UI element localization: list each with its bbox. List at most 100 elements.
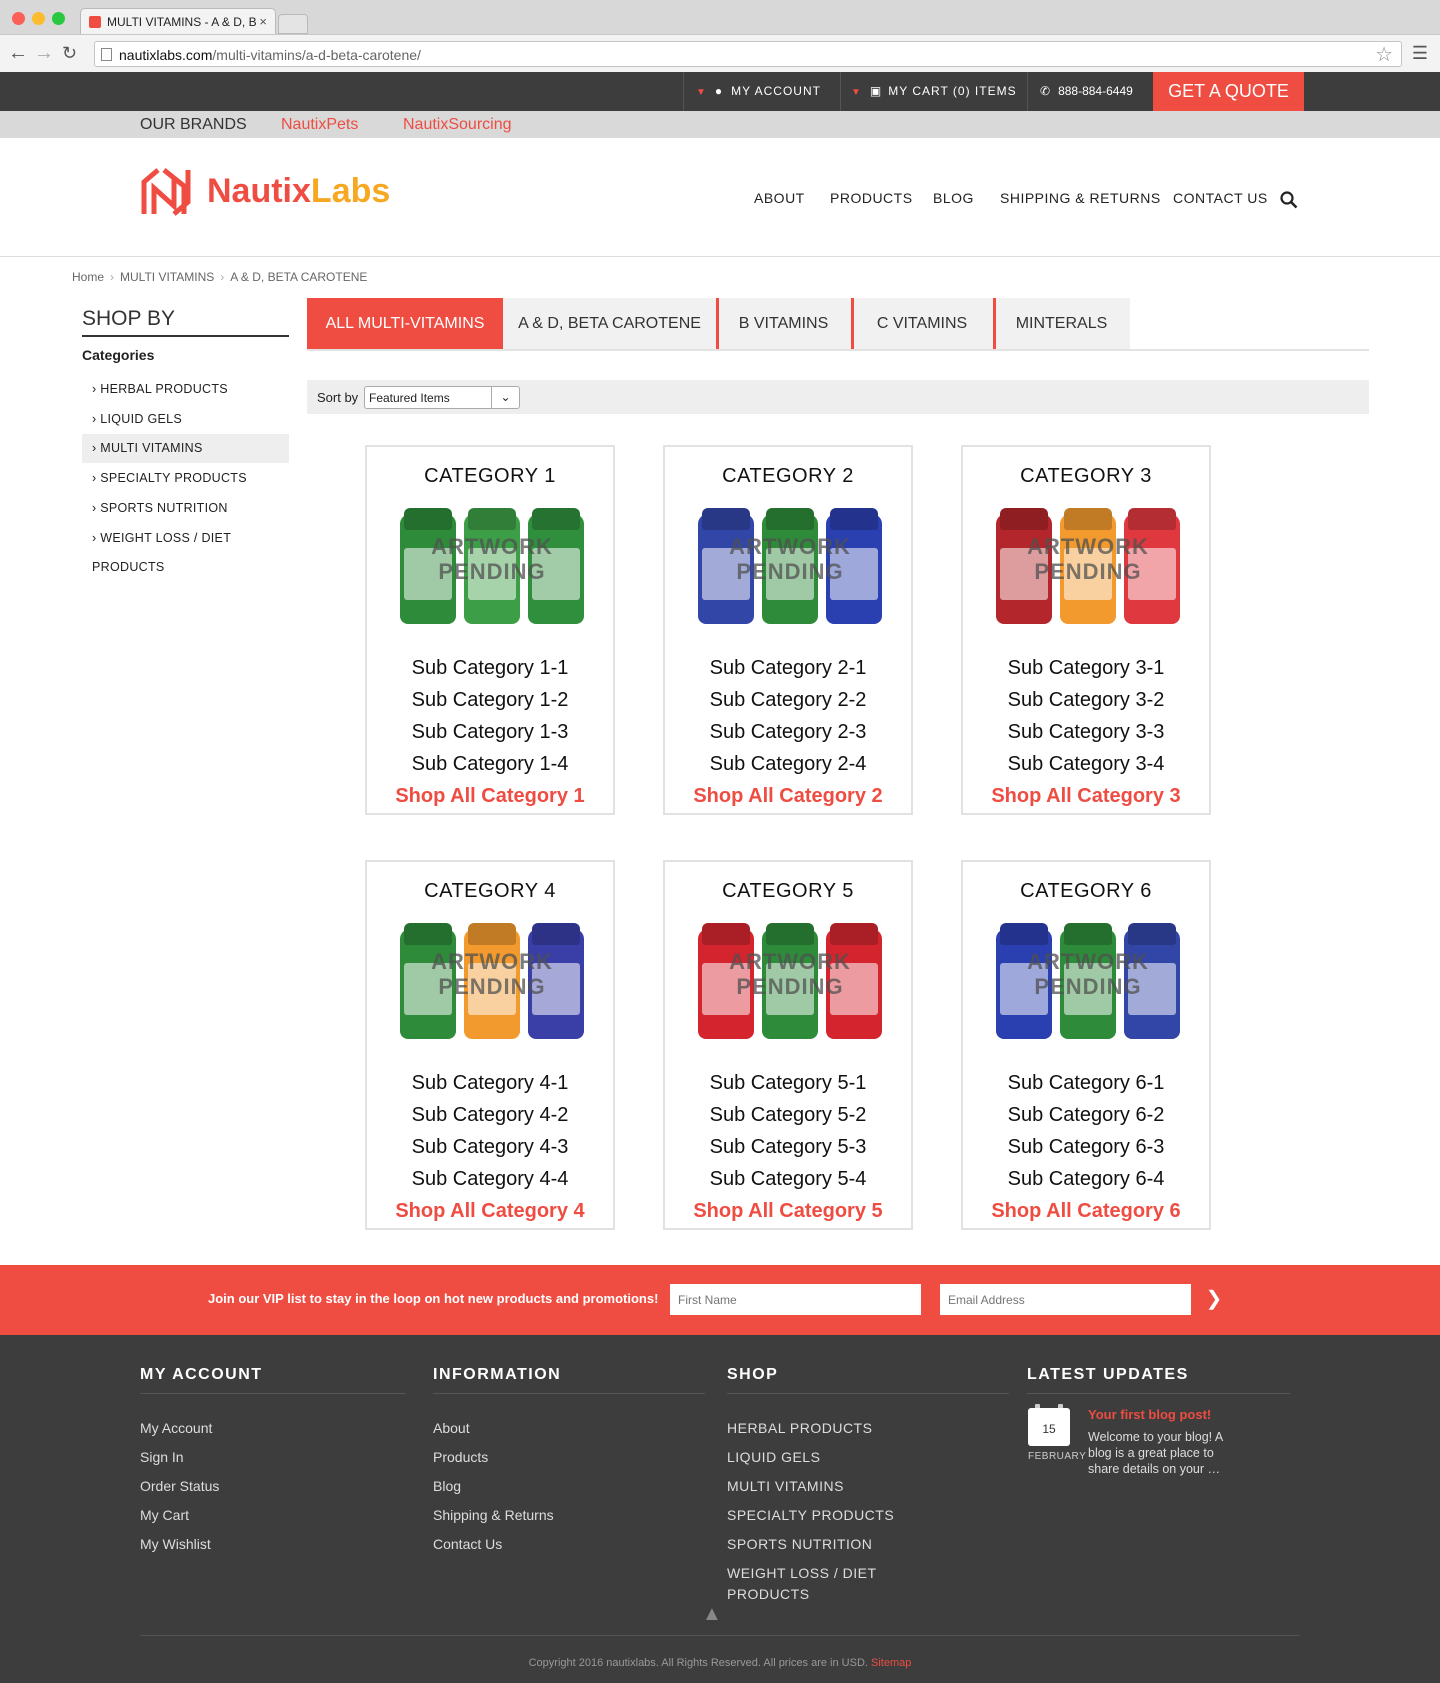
footer-link-my-cart[interactable]: My Cart xyxy=(140,1507,189,1523)
breadcrumb-multi-vitamins[interactable]: MULTI VITAMINS xyxy=(120,270,214,284)
logo-icon[interactable] xyxy=(140,166,192,218)
footer-link-my-wishlist[interactable]: My Wishlist xyxy=(140,1536,211,1552)
subcategory-link[interactable]: Sub Category 3-4 xyxy=(963,753,1209,776)
submit-arrow-icon[interactable]: ❯ xyxy=(1200,1286,1228,1314)
category-card[interactable]: CATEGORY 3 ARTWORK PENDING Sub Category 3-1… xyxy=(961,445,1211,815)
email-field[interactable] xyxy=(940,1284,1191,1315)
sort-select[interactable]: Featured Items ⌄ xyxy=(364,386,520,409)
search-icon[interactable] xyxy=(1280,191,1298,209)
footer-link-order-status[interactable]: Order Status xyxy=(140,1478,219,1494)
shop-all-link[interactable]: Shop All Category 6 xyxy=(963,1200,1209,1223)
footer-link-shipping-returns[interactable]: Shipping & Returns xyxy=(433,1507,554,1523)
tab-b-vitamins[interactable]: B VITAMINS xyxy=(716,298,851,349)
category-title[interactable]: CATEGORY 6 xyxy=(963,880,1209,903)
footer-link-my-account[interactable]: My Account xyxy=(140,1420,212,1436)
minimize-window-button[interactable] xyxy=(32,12,45,25)
footer-shop-weight-loss[interactable]: WEIGHT LOSS / DIET xyxy=(727,1565,877,1581)
footer-link-products[interactable]: Products xyxy=(433,1449,488,1465)
sidebar-item-sports-nutrition[interactable]: › SPORTS NUTRITION xyxy=(82,494,289,523)
subcategory-link[interactable]: Sub Category 5-3 xyxy=(665,1136,911,1159)
tab-close-icon[interactable]: × xyxy=(259,14,267,29)
sidebar-item-liquid-gels[interactable]: › LIQUID GELS xyxy=(82,405,289,434)
shop-all-link[interactable]: Shop All Category 3 xyxy=(963,785,1209,808)
footer-shop-sports-nutrition[interactable]: SPORTS NUTRITION xyxy=(727,1536,872,1552)
subcategory-link[interactable]: Sub Category 5-2 xyxy=(665,1104,911,1127)
footer-shop-specialty-products[interactable]: SPECIALTY PRODUCTS xyxy=(727,1507,894,1523)
nav-blog[interactable]: BLOG xyxy=(933,190,974,206)
footer-shop-liquid-gels[interactable]: LIQUID GELS xyxy=(727,1449,820,1465)
shop-all-link[interactable]: Shop All Category 4 xyxy=(367,1200,613,1223)
product-bottles-image[interactable]: ARTWORK PENDING xyxy=(400,506,584,626)
category-title[interactable]: CATEGORY 4 xyxy=(367,880,613,903)
footer-shop-herbal-products[interactable]: HERBAL PRODUCTS xyxy=(727,1420,872,1436)
subcategory-link[interactable]: Sub Category 1-1 xyxy=(367,657,613,680)
back-to-top-icon[interactable]: ▲ xyxy=(702,1603,722,1626)
footer-link-sign-in[interactable]: Sign In xyxy=(140,1449,184,1465)
phone-link[interactable]: ✆ 888-884-6449 xyxy=(1027,72,1153,111)
browser-menu-icon[interactable]: ☰ xyxy=(1412,43,1428,64)
brand-link-nautixsourcing[interactable]: NautixSourcing xyxy=(403,111,512,138)
subcategory-link[interactable]: Sub Category 1-2 xyxy=(367,689,613,712)
subcategory-link[interactable]: Sub Category 3-2 xyxy=(963,689,1209,712)
brand-link-nautixpets[interactable]: NautixPets xyxy=(281,111,358,138)
subcategory-link[interactable]: Sub Category 6-2 xyxy=(963,1104,1209,1127)
close-window-button[interactable] xyxy=(12,12,25,25)
tab-all-multi-vitamins[interactable]: ALL MULTI-VITAMINS xyxy=(307,298,503,349)
subcategory-link[interactable]: Sub Category 3-3 xyxy=(963,721,1209,744)
address-bar[interactable]: nautixlabs.com/multi-vitamins/a-d-beta-c… xyxy=(94,41,1402,67)
tab-c-vitamins[interactable]: C VITAMINS xyxy=(851,298,993,349)
get-a-quote-button[interactable]: GET A QUOTE xyxy=(1153,72,1304,111)
subcategory-link[interactable]: Sub Category 1-4 xyxy=(367,753,613,776)
product-bottles-image[interactable]: ARTWORK PENDING xyxy=(996,921,1180,1041)
new-tab-button[interactable] xyxy=(278,14,308,34)
subcategory-link[interactable]: Sub Category 5-4 xyxy=(665,1168,911,1191)
category-title[interactable]: CATEGORY 3 xyxy=(963,465,1209,488)
footer-link-contact-us[interactable]: Contact Us xyxy=(433,1536,502,1552)
my-account-link[interactable]: ▼ ● MY ACCOUNT xyxy=(683,72,840,111)
product-bottles-image[interactable]: ARTWORK PENDING xyxy=(698,921,882,1041)
blog-post-title[interactable]: Your first blog post! xyxy=(1088,1407,1211,1422)
maximize-window-button[interactable] xyxy=(52,12,65,25)
subcategory-link[interactable]: Sub Category 6-4 xyxy=(963,1168,1209,1191)
footer-shop-weight-loss-cont[interactable]: PRODUCTS xyxy=(727,1586,810,1602)
nav-shipping-returns[interactable]: SHIPPING & RETURNS xyxy=(1000,190,1161,206)
product-bottles-image[interactable]: ARTWORK PENDING xyxy=(400,921,584,1041)
nav-about[interactable]: ABOUT xyxy=(754,190,805,206)
category-card[interactable]: CATEGORY 6 ARTWORK PENDING Sub Category 6-1… xyxy=(961,860,1211,1230)
browser-tab[interactable]: MULTI VITAMINS - A & D, B × xyxy=(80,8,276,34)
footer-link-about[interactable]: About xyxy=(433,1420,470,1436)
tab-a-d-beta-carotene[interactable]: A & D, BETA CAROTENE xyxy=(503,298,716,349)
subcategory-link[interactable]: Sub Category 4-3 xyxy=(367,1136,613,1159)
sitemap-link[interactable]: Sitemap xyxy=(871,1657,911,1669)
subcategory-link[interactable]: Sub Category 4-2 xyxy=(367,1104,613,1127)
nav-products[interactable]: PRODUCTS xyxy=(830,190,913,206)
category-card[interactable]: CATEGORY 2 ARTWORK PENDING Sub Category 2-1… xyxy=(663,445,913,815)
footer-shop-multi-vitamins[interactable]: MULTI VITAMINS xyxy=(727,1478,844,1494)
logo-wordmark[interactable]: NautixLabs xyxy=(207,172,390,211)
subcategory-link[interactable]: Sub Category 2-4 xyxy=(665,753,911,776)
subcategory-link[interactable]: Sub Category 3-1 xyxy=(963,657,1209,680)
subcategory-link[interactable]: Sub Category 5-1 xyxy=(665,1072,911,1095)
tab-minterals[interactable]: MINTERALS xyxy=(993,298,1130,349)
shop-all-link[interactable]: Shop All Category 2 xyxy=(665,785,911,808)
subcategory-link[interactable]: Sub Category 4-4 xyxy=(367,1168,613,1191)
shop-all-link[interactable]: Shop All Category 5 xyxy=(665,1200,911,1223)
category-card[interactable]: CATEGORY 4 ARTWORK PENDING Sub Category 4-1… xyxy=(365,860,615,1230)
subcategory-link[interactable]: Sub Category 2-1 xyxy=(665,657,911,680)
subcategory-link[interactable]: Sub Category 1-3 xyxy=(367,721,613,744)
subcategory-link[interactable]: Sub Category 4-1 xyxy=(367,1072,613,1095)
reload-icon[interactable]: ↻ xyxy=(62,43,77,64)
subcategory-link[interactable]: Sub Category 2-3 xyxy=(665,721,911,744)
nav-contact-us[interactable]: CONTACT US xyxy=(1173,190,1268,206)
category-title[interactable]: CATEGORY 5 xyxy=(665,880,911,903)
first-name-field[interactable] xyxy=(670,1284,921,1315)
breadcrumb-home[interactable]: Home xyxy=(72,270,104,284)
product-bottles-image[interactable]: ARTWORK PENDING xyxy=(996,506,1180,626)
shop-all-link[interactable]: Shop All Category 1 xyxy=(367,785,613,808)
category-title[interactable]: CATEGORY 1 xyxy=(367,465,613,488)
sidebar-item-weight-loss[interactable]: › WEIGHT LOSS / DIET PRODUCTS xyxy=(82,524,289,574)
subcategory-link[interactable]: Sub Category 6-3 xyxy=(963,1136,1209,1159)
bookmark-star-icon[interactable]: ☆ xyxy=(1375,42,1393,67)
forward-arrow-icon[interactable]: → xyxy=(34,42,54,65)
sidebar-item-herbal-products[interactable]: › HERBAL PRODUCTS xyxy=(82,375,289,404)
